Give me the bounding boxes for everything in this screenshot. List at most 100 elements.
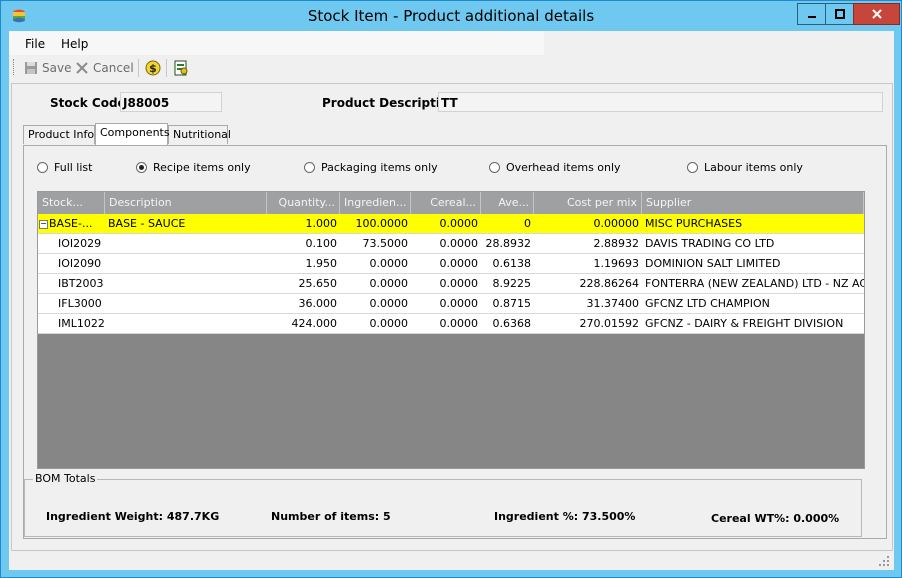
filter-packaging-items[interactable]: Packaging items only — [304, 161, 438, 174]
cancel-label: Cancel — [93, 61, 134, 75]
tab-label: Components — [100, 126, 170, 139]
radio-icon — [687, 162, 698, 173]
cell-cereal: 0.0000 — [439, 217, 479, 230]
tab-product-info[interactable]: Product Info — [23, 125, 95, 144]
stock-code-field[interactable]: J88005 — [120, 92, 222, 112]
toolbar-separator — [138, 59, 139, 77]
table-row[interactable]: IFL3000 36.000 0.0000 0.0000 0.8715 31.3… — [38, 294, 864, 314]
cell-stock-code: IBT2003 — [58, 277, 104, 290]
cell-ave: 0.8715 — [492, 297, 532, 310]
cell-stock-code: BASE-... — [49, 217, 93, 230]
client-area: File Help Save Cancel $ Stock Code J8800… — [9, 31, 894, 570]
cell-supplier: DOMINION SALT LIMITED — [645, 257, 781, 270]
column-header-ave[interactable]: Ave... — [481, 192, 534, 214]
column-header-description[interactable]: Description — [105, 192, 267, 214]
cell-quantity: 36.000 — [298, 297, 338, 310]
cell-quantity: 1.950 — [305, 257, 338, 270]
cell-cost: 1.19693 — [593, 257, 640, 270]
components-grid[interactable]: Stock... Description Quantity... Ingredi… — [37, 191, 865, 469]
cell-cost: 270.01592 — [579, 317, 640, 330]
cell-stock-code: IFL3000 — [58, 297, 102, 310]
menu-file[interactable]: File — [25, 37, 45, 51]
cereal-wt-percent: Cereal WT%: 0.000% — [711, 512, 840, 525]
cancel-icon — [76, 62, 88, 74]
costing-button[interactable]: $ — [145, 59, 161, 77]
cell-ave: 8.9225 — [492, 277, 532, 290]
cell-ingredient: 0.0000 — [369, 297, 409, 310]
cell-cost: 0.00000 — [593, 217, 640, 230]
cell-stock-code: IOI2090 — [58, 257, 102, 270]
table-row[interactable]: IBT2003 25.650 0.0000 0.0000 8.9225 228.… — [38, 274, 864, 294]
filter-recipe-items[interactable]: Recipe items only — [136, 161, 251, 174]
report-button[interactable] — [173, 59, 189, 77]
maximize-icon — [835, 9, 845, 19]
bom-totals-title: BOM Totals — [33, 472, 98, 485]
filter-label: Overhead items only — [506, 161, 621, 174]
save-button[interactable]: Save — [24, 59, 71, 77]
stock-code-label: Stock Code — [50, 96, 126, 110]
tab-label: Product Info — [28, 128, 95, 141]
title-bar[interactable]: Stock Item - Product additional details — [1, 1, 901, 31]
dollar-refresh-icon: $ — [145, 60, 161, 76]
resize-grip-icon[interactable] — [878, 555, 890, 567]
filter-label: Full list — [54, 161, 93, 174]
column-header-stock[interactable]: Stock... — [38, 192, 105, 214]
filter-label: Labour items only — [704, 161, 803, 174]
radio-icon — [304, 162, 315, 173]
cell-ingredient: 0.0000 — [369, 277, 409, 290]
radio-icon — [37, 162, 48, 173]
tab-components[interactable]: Components — [95, 123, 170, 145]
column-header-supplier[interactable]: Supplier — [642, 192, 864, 214]
filter-label: Recipe items only — [153, 161, 251, 174]
save-label: Save — [42, 61, 72, 75]
radio-icon — [489, 162, 500, 173]
cell-cost: 2.88932 — [593, 237, 640, 250]
column-header-cereal[interactable]: Cereal... — [411, 192, 481, 214]
table-row[interactable]: IOI2029 0.100 73.5000 0.0000 28.8932 2.8… — [38, 234, 864, 254]
table-row[interactable]: IML1022 424.000 0.0000 0.0000 0.6368 270… — [38, 314, 864, 334]
cell-stock-code: IML1022 — [58, 317, 105, 330]
column-header-quantity[interactable]: Quantity... — [267, 192, 340, 214]
cell-description: BASE - SAUCE — [108, 217, 186, 230]
toolbar-grip[interactable] — [13, 59, 16, 75]
svg-text:$: $ — [149, 62, 157, 75]
bom-totals-group: BOM Totals Ingredient Weight: 487.7KG Nu… — [24, 472, 862, 537]
cell-ave: 28.8932 — [485, 237, 532, 250]
cancel-button[interactable]: Cancel — [75, 59, 134, 77]
tab-label: Nutritional — [173, 128, 231, 141]
cell-description — [105, 234, 267, 253]
cell-cost: 228.86264 — [579, 277, 640, 290]
minimize-icon — [808, 16, 816, 18]
maximize-button[interactable] — [825, 3, 855, 25]
menu-bar: File Help — [9, 31, 544, 55]
filter-full-list[interactable]: Full list — [37, 161, 92, 174]
cell-quantity: 0.100 — [305, 237, 338, 250]
cell-cereal: 0.0000 — [439, 257, 479, 270]
ingredient-weight: Ingredient Weight: 487.7KG — [46, 510, 220, 523]
cell-supplier: GFCNZ - DAIRY & FREIGHT DIVISION — [645, 317, 844, 330]
toolbar-separator — [166, 59, 167, 77]
tab-nutritional[interactable]: Nutritional — [168, 125, 231, 144]
cell-quantity: 424.000 — [291, 317, 338, 330]
cell-cereal: 0.0000 — [439, 277, 479, 290]
filter-overhead-items[interactable]: Overhead items only — [489, 161, 621, 174]
filter-label: Packaging items only — [321, 161, 438, 174]
toolbar: Save Cancel $ — [9, 55, 894, 81]
number-of-items: Number of items: 5 — [271, 510, 391, 523]
column-header-ingredient[interactable]: Ingredien... — [340, 192, 411, 214]
table-row[interactable]: − BASE-... BASE - SAUCE 1.000 100.0000 0… — [38, 214, 864, 234]
menu-help[interactable]: Help — [61, 37, 88, 51]
table-row[interactable]: IOI2090 1.950 0.0000 0.0000 0.6138 1.196… — [38, 254, 864, 274]
cell-ave: 0.6368 — [492, 317, 532, 330]
close-button[interactable] — [853, 3, 900, 25]
minimize-button[interactable] — [797, 3, 827, 25]
app-window: Stock Item - Product additional details … — [0, 0, 902, 578]
cell-description — [105, 294, 267, 313]
column-header-cost-per-mix[interactable]: Cost per mix — [534, 192, 642, 214]
cell-stock-code: IOI2029 — [58, 237, 102, 250]
cell-ave: 0 — [524, 217, 531, 230]
filter-labour-items[interactable]: Labour items only — [687, 161, 803, 174]
cell-ingredient: 100.0000 — [355, 217, 409, 230]
cell-cereal: 0.0000 — [439, 297, 479, 310]
product-description-field[interactable]: TT — [438, 92, 883, 112]
